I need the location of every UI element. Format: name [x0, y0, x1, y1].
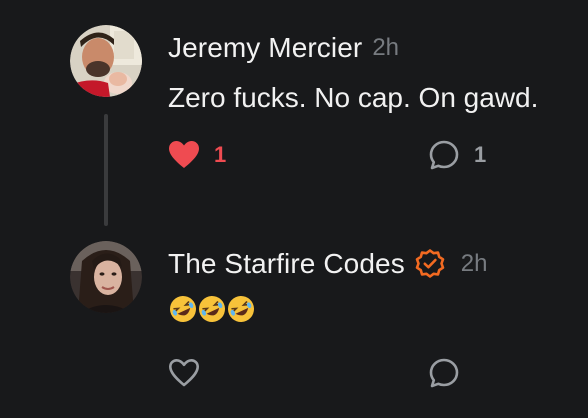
reply-button[interactable]	[428, 357, 460, 389]
thread-connector-line	[104, 114, 108, 226]
author-name[interactable]: The Starfire Codes	[168, 248, 405, 280]
like-count: 1	[214, 142, 227, 167]
reply-count: 1	[474, 142, 487, 167]
avatar-image	[70, 241, 142, 313]
rolling-on-floor-laughing-emoji-icon	[228, 296, 254, 322]
heart-filled-icon	[169, 141, 199, 168]
author-name[interactable]: Jeremy Mercier	[168, 32, 362, 64]
rolling-on-floor-laughing-emoji-icon	[199, 296, 225, 322]
comment-text: Zero fucks. No cap. On gawd.	[168, 82, 539, 113]
comment-header: The Starfire Codes 2h	[168, 248, 488, 280]
avatar-image	[70, 25, 142, 97]
verified-badge-icon	[415, 249, 445, 279]
timestamp: 2h	[460, 250, 488, 277]
reply-button[interactable]: 1	[428, 139, 486, 171]
avatar[interactable]	[70, 25, 142, 97]
like-button[interactable]: 1	[168, 140, 226, 170]
rolling-on-floor-laughing-emoji-icon	[170, 296, 196, 322]
like-button[interactable]	[168, 358, 200, 388]
avatar[interactable]	[70, 241, 142, 313]
speech-bubble-icon	[429, 140, 459, 170]
heart-outline-icon	[169, 359, 199, 387]
speech-bubble-icon	[429, 358, 459, 388]
comment-emoji-text	[168, 294, 255, 324]
timestamp: 2h	[372, 34, 400, 61]
comment-header: Jeremy Mercier 2h	[168, 32, 399, 64]
